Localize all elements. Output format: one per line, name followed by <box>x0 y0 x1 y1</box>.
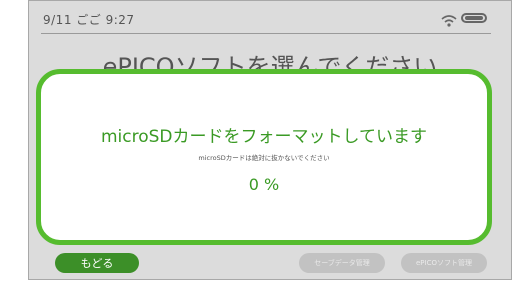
format-dialog: microSDカードをフォーマットしています microSDカードは絶対に抜かな… <box>36 69 492 245</box>
progress-percent: 0 % <box>248 175 280 194</box>
back-button[interactable]: もどる <box>55 253 139 273</box>
dialog-warning: microSDカードは絶対に抜かないでください <box>198 154 330 162</box>
battery-icon <box>461 13 487 23</box>
status-divider <box>41 33 491 34</box>
soft-management-button[interactable]: ePICOソフト管理 <box>401 253 487 273</box>
status-bar: 9/11 ごご 9:27 <box>29 1 511 35</box>
status-time: 9/11 ごご 9:27 <box>43 13 135 27</box>
device-frame: 9/11 ごご 9:27 ePICOソフトを選んでください もどる セーブデータ… <box>0 0 528 296</box>
wifi-icon <box>441 12 457 31</box>
save-data-button[interactable]: セーブデータ管理 <box>299 253 385 273</box>
dialog-title: microSDカードをフォーマットしています <box>100 127 428 147</box>
